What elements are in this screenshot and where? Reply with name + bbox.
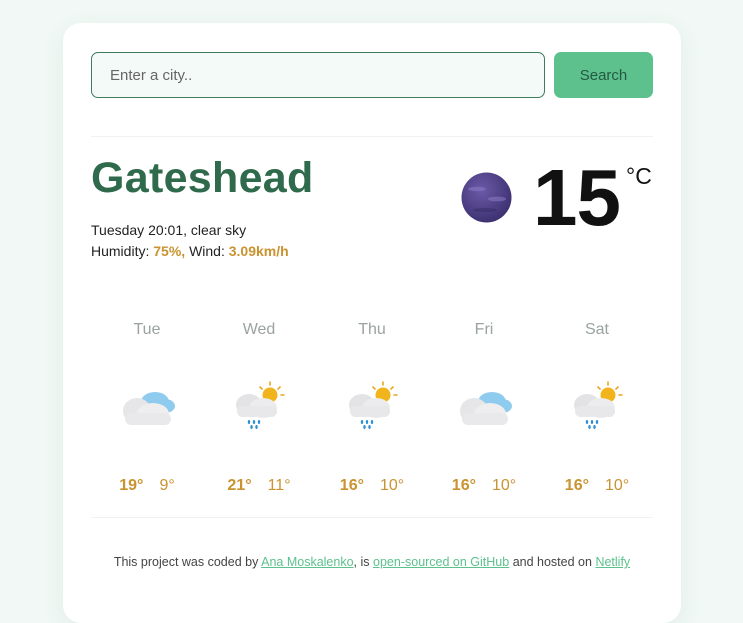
- date-description-line: Tuesday 20:01, clear sky: [91, 222, 247, 238]
- forecast-max-temp: 16°: [564, 477, 589, 494]
- forecast-temps: 16° 10°: [541, 477, 653, 495]
- forecast-temps: 16° 10°: [428, 477, 540, 495]
- night-clear-moon-icon: [461, 172, 512, 223]
- forecast-day-name: Thu: [358, 321, 386, 338]
- divider: [91, 517, 653, 518]
- weather-description: clear sky: [190, 222, 247, 238]
- forecast-min-temp: 9°: [159, 477, 175, 494]
- forecast-day: Wed 21° 11°: [203, 321, 315, 501]
- humidity-wind-line: Humidity: 75%, Wind: 3.09km/h: [91, 241, 289, 262]
- forecast-day-name: Tue: [133, 321, 161, 338]
- forecast-day: Fri 16° 10°: [428, 321, 540, 501]
- temperature-unit: °C: [626, 163, 652, 189]
- forecast-min-temp: 10°: [492, 477, 517, 494]
- wind-label: Wind:: [189, 243, 225, 259]
- footer-middle: , is: [353, 555, 370, 569]
- wind-value: 3.09km/h: [228, 243, 289, 259]
- forecast-day: Tue 19° 9°: [91, 321, 203, 501]
- footer: This project was coded by Ana Moskalenko…: [63, 555, 681, 569]
- forecast-temps: 19° 9°: [91, 477, 203, 495]
- sun-cloud-rain-icon: [349, 381, 398, 429]
- humidity-value: 75%,: [153, 243, 186, 259]
- forecast-temps: 16° 10°: [316, 477, 428, 495]
- sun-cloud-rain-icon: [236, 381, 285, 429]
- city-name: Gateshead: [91, 154, 314, 202]
- forecast-row: Tue 19° 9° Wed 21° 11° Thu 16° 10° Fri 1…: [91, 321, 653, 501]
- cloudy-icon: [123, 392, 175, 425]
- footer-prefix: This project was coded by: [113, 555, 259, 569]
- forecast-max-temp: 16°: [451, 477, 476, 494]
- forecast-min-temp: 10°: [380, 477, 405, 494]
- weather-details: Tuesday 20:01, clear sky Humidity: 75%, …: [91, 220, 289, 262]
- forecast-max-temp: 19°: [119, 477, 144, 494]
- author-link[interactable]: Ana Moskalenko: [261, 555, 353, 569]
- weather-card: Search Gateshead Tuesday 20:01, clear sk…: [63, 23, 681, 623]
- search-form: Search: [91, 52, 653, 98]
- forecast-day-name: Sat: [584, 321, 609, 338]
- cloudy-icon: [460, 392, 512, 425]
- sun-cloud-rain-icon: [574, 381, 623, 429]
- search-button[interactable]: Search: [554, 52, 653, 98]
- forecast-day-name: Fri: [474, 321, 494, 338]
- forecast-day: Sat 16° 10°: [541, 321, 653, 501]
- forecast-temps: 21° 11°: [203, 477, 315, 495]
- forecast-day-name: Wed: [242, 321, 276, 338]
- forecast-min-temp: 11°: [267, 477, 291, 494]
- divider: [91, 136, 653, 137]
- github-link[interactable]: open-sourced on GitHub: [373, 555, 509, 569]
- forecast-min-temp: 10°: [605, 477, 630, 494]
- current-datetime: Tuesday 20:01: [91, 222, 184, 238]
- footer-between: and hosted on: [512, 555, 592, 569]
- forecast-day: Thu 16° 10°: [316, 321, 428, 501]
- netlify-link[interactable]: Netlify: [595, 555, 630, 569]
- current-temperature: 15: [533, 153, 621, 242]
- humidity-label: Humidity:: [91, 243, 150, 259]
- forecast-max-temp: 16°: [339, 477, 364, 494]
- forecast-max-temp: 21°: [227, 477, 252, 494]
- city-search-input[interactable]: [91, 52, 545, 98]
